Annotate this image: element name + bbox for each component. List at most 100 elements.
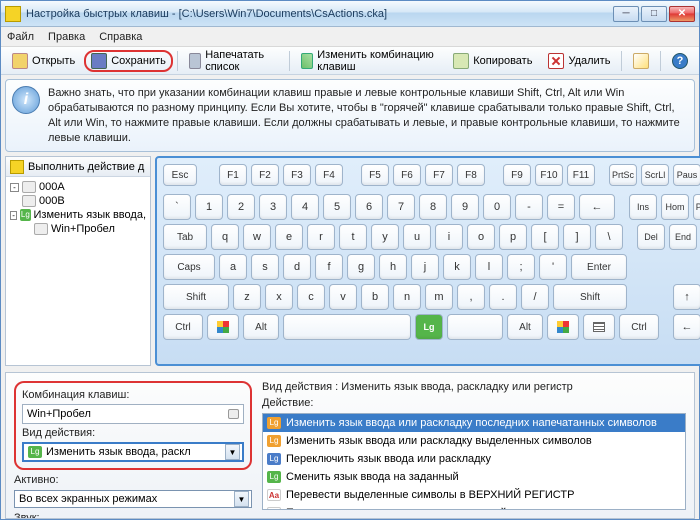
key-char[interactable]: . xyxy=(489,284,517,310)
key-char[interactable]: = xyxy=(547,194,575,220)
keyboard-icon[interactable] xyxy=(228,409,239,419)
menu-file[interactable]: Файл xyxy=(7,31,34,43)
key-char[interactable]: v xyxy=(329,284,357,310)
key-char[interactable]: ; xyxy=(507,254,535,280)
wand-button[interactable] xyxy=(626,50,656,72)
key-f[interactable]: F6 xyxy=(393,164,421,186)
print-button[interactable]: Напечатать список xyxy=(182,50,285,72)
action-list[interactable]: LgИзменить язык ввода или раскладку посл… xyxy=(262,413,686,510)
key-char[interactable]: ' xyxy=(539,254,567,280)
key-char[interactable]: a xyxy=(219,254,247,280)
key-char[interactable]: 2 xyxy=(227,194,255,220)
tree-node[interactable]: -LgИзменить язык ввода, xyxy=(8,208,148,222)
list-item[interactable]: AaПеревести выделенные символы в ВЕРХНИЙ… xyxy=(263,486,685,504)
save-button[interactable]: Сохранить xyxy=(84,50,173,72)
key-char[interactable]: b xyxy=(361,284,389,310)
key-space[interactable] xyxy=(447,314,503,340)
key-lg[interactable]: Lg xyxy=(415,314,443,340)
menu-help[interactable]: Справка xyxy=(99,31,142,43)
key-prtsc[interactable]: PrtSc xyxy=(609,164,637,186)
tree-node[interactable]: -000A xyxy=(8,180,148,194)
maximize-button[interactable]: □ xyxy=(641,6,667,22)
delete-button[interactable]: Удалить xyxy=(541,50,617,72)
key-char[interactable]: ] xyxy=(563,224,591,250)
key-char[interactable]: 9 xyxy=(451,194,479,220)
key-char[interactable]: 0 xyxy=(483,194,511,220)
key-f[interactable]: F1 xyxy=(219,164,247,186)
key-char[interactable]: ` xyxy=(163,194,191,220)
key-char[interactable]: x xyxy=(265,284,293,310)
key-char[interactable]: 3 xyxy=(259,194,287,220)
key-char[interactable]: w xyxy=(243,224,271,250)
list-item[interactable]: LgИзменить язык ввода или раскладку выде… xyxy=(263,432,685,450)
key-space[interactable] xyxy=(283,314,411,340)
key-paus[interactable]: Paus xyxy=(673,164,700,186)
copy-button[interactable]: Копировать xyxy=(446,50,539,72)
key-menu[interactable] xyxy=(583,314,615,340)
close-button[interactable]: ✕ xyxy=(669,6,695,22)
key-char[interactable]: l xyxy=(475,254,503,280)
hotkey-input[interactable] xyxy=(27,408,228,420)
key-char[interactable]: 7 xyxy=(387,194,415,220)
key-win[interactable] xyxy=(207,314,239,340)
key-char[interactable]: \ xyxy=(595,224,623,250)
key-left[interactable]: ← xyxy=(673,314,700,340)
titlebar[interactable]: Настройка быстрых клавиш - [C:\Users\Win… xyxy=(1,1,699,27)
key-del[interactable]: Del xyxy=(637,224,665,250)
key-caps[interactable]: Caps xyxy=(163,254,215,280)
key-char[interactable]: - xyxy=(515,194,543,220)
key-char[interactable]: f xyxy=(315,254,343,280)
list-item[interactable]: LgСменить язык ввода на заданный xyxy=(263,468,685,486)
key-char[interactable]: [ xyxy=(531,224,559,250)
key-ctrl[interactable]: Ctrl xyxy=(619,314,659,340)
key-esc[interactable]: Esc xyxy=(163,164,197,186)
key-char[interactable]: y xyxy=(371,224,399,250)
key-char[interactable]: / xyxy=(521,284,549,310)
key-char[interactable]: n xyxy=(393,284,421,310)
key-tab[interactable]: Tab xyxy=(163,224,207,250)
key-char[interactable]: h xyxy=(379,254,407,280)
key-char[interactable]: g xyxy=(347,254,375,280)
key-char[interactable]: e xyxy=(275,224,303,250)
key-shift[interactable]: Shift xyxy=(163,284,229,310)
chevron-down-icon[interactable]: ▼ xyxy=(234,491,249,507)
key-ins[interactable]: Ins xyxy=(629,194,657,220)
key-char[interactable]: o xyxy=(467,224,495,250)
key-f[interactable]: F10 xyxy=(535,164,563,186)
key-f[interactable]: F3 xyxy=(283,164,311,186)
key-f[interactable]: F7 xyxy=(425,164,453,186)
list-item[interactable]: LgИзменить язык ввода или раскладку посл… xyxy=(263,414,685,432)
key-char[interactable]: u xyxy=(403,224,431,250)
key-char[interactable]: r xyxy=(307,224,335,250)
tree-node[interactable]: Win+Пробел xyxy=(8,222,148,236)
key-enter[interactable]: Enter xyxy=(571,254,627,280)
help-button[interactable]: ? xyxy=(665,50,695,72)
key-alt[interactable]: Alt xyxy=(507,314,543,340)
key-f[interactable]: F4 xyxy=(315,164,343,186)
action-type-combo[interactable]: Lg Изменить язык ввода, раскл ▼ xyxy=(22,442,244,462)
key-f[interactable]: F5 xyxy=(361,164,389,186)
key-char[interactable]: z xyxy=(233,284,261,310)
key-char[interactable]: t xyxy=(339,224,367,250)
key-char[interactable]: 5 xyxy=(323,194,351,220)
hotkey-field[interactable] xyxy=(22,404,244,424)
key-home[interactable]: Hom xyxy=(661,194,689,220)
list-item[interactable]: AaПеревести выделенные символы в нижний … xyxy=(263,504,685,510)
key-f[interactable]: F9 xyxy=(503,164,531,186)
key-scrl[interactable]: ScrLl xyxy=(641,164,669,186)
key-char[interactable]: 8 xyxy=(419,194,447,220)
key-char[interactable]: , xyxy=(457,284,485,310)
key-char[interactable]: p xyxy=(499,224,527,250)
key-char[interactable]: ← xyxy=(579,194,615,220)
chevron-down-icon[interactable]: ▼ xyxy=(225,444,240,460)
key-char[interactable]: i xyxy=(435,224,463,250)
key-char[interactable]: k xyxy=(443,254,471,280)
key-char[interactable]: 1 xyxy=(195,194,223,220)
key-char[interactable]: 6 xyxy=(355,194,383,220)
open-button[interactable]: Открыть xyxy=(5,50,82,72)
collapse-icon[interactable]: - xyxy=(10,183,19,192)
key-f[interactable]: F8 xyxy=(457,164,485,186)
key-shift[interactable]: Shift xyxy=(553,284,627,310)
key-char[interactable]: d xyxy=(283,254,311,280)
key-ctrl[interactable]: Ctrl xyxy=(163,314,203,340)
